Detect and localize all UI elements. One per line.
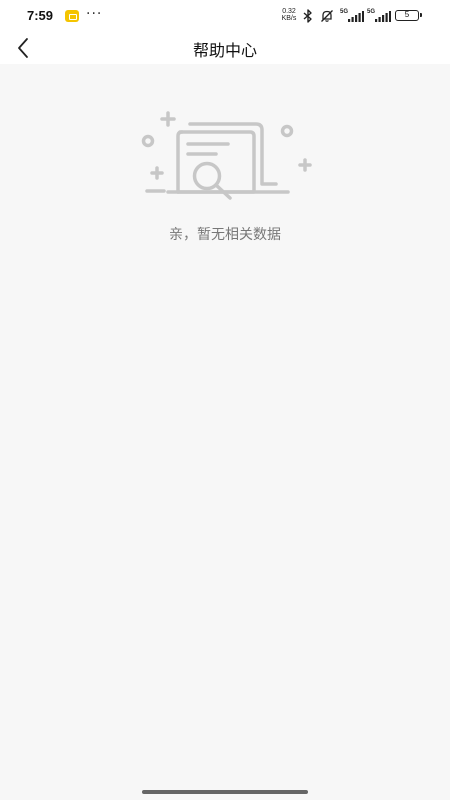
signal-bars-icon	[375, 11, 391, 22]
page-title: 帮助中心	[192, 41, 257, 60]
notification-app-icon	[65, 10, 79, 22]
status-bar: 7:59 ··· 0.32 KB/s 5G 5G 5	[0, 0, 450, 32]
empty-state-message: 亲，暂无相关数据	[169, 227, 281, 243]
empty-document-search-icon	[141, 111, 312, 200]
battery-icon: 5	[395, 10, 422, 21]
status-time: 7:59	[27, 8, 54, 23]
navigation-bar: 帮助中心	[0, 32, 450, 64]
signal-sim2: 5G	[367, 9, 391, 23]
mute-bell-icon	[321, 10, 333, 22]
signal-sim1: 5G	[340, 9, 364, 23]
network-speed-unit: KB/s	[281, 15, 297, 22]
signal-bars-icon	[348, 11, 364, 22]
network-speed: 0.32 KB/s	[278, 8, 300, 22]
more-notifications-icon: ···	[86, 6, 103, 22]
battery-level: 5	[404, 10, 410, 19]
bluetooth-icon	[303, 9, 312, 23]
home-indicator[interactable]	[142, 790, 308, 794]
network-speed-value: 0.32	[282, 8, 296, 15]
